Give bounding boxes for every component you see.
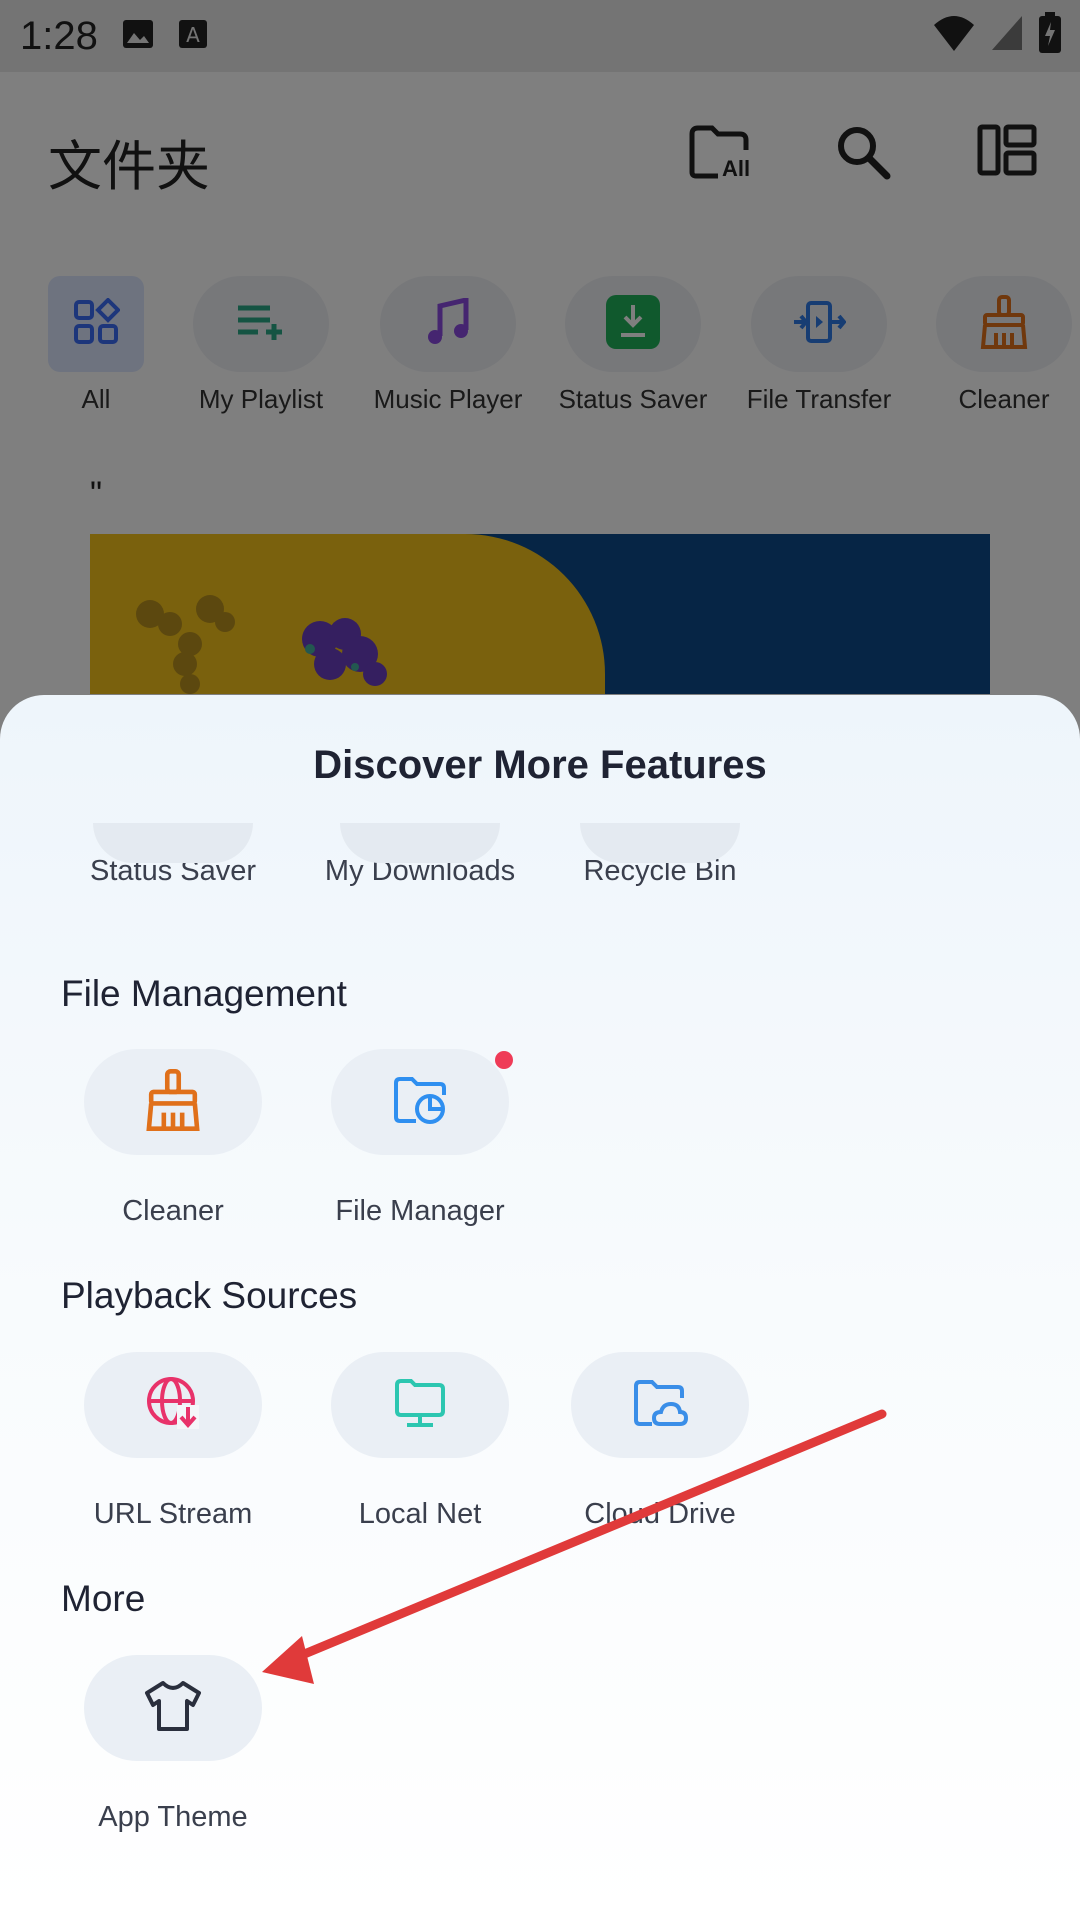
annotation-arrow <box>262 1409 887 1684</box>
